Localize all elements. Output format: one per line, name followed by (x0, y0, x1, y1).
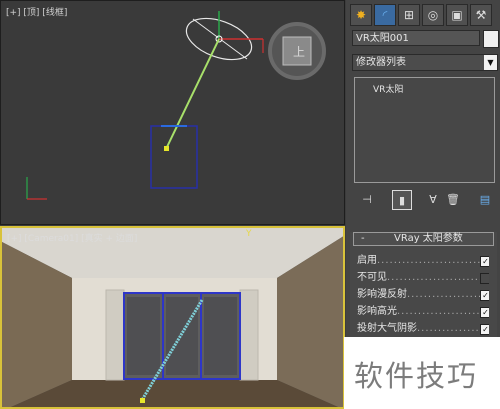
affect-diffuse-checkbox[interactable]: ✓ (480, 290, 489, 301)
affect-specular-checkbox[interactable]: ✓ (480, 307, 489, 318)
modifier-list-label: 修改器列表 (356, 57, 406, 68)
sun-direction-line (166, 38, 220, 148)
object-color-swatch[interactable] (483, 30, 499, 48)
motion-icon[interactable]: ◎ (422, 4, 444, 26)
svg-text:上: 上 (293, 45, 305, 59)
chevron-down-icon[interactable]: ▼ (484, 55, 497, 70)
configure-sets-icon[interactable]: ▤ (476, 190, 494, 208)
param-cast-atmo-shadows[interactable]: 投射大气阴影..................................… (357, 322, 489, 336)
top-viewport[interactable]: 上 [+] [顶] [线框] (0, 0, 345, 225)
modifier-list-dropdown[interactable]: 修改器列表 ▼ (352, 54, 498, 71)
rollout-header[interactable]: - VRay 太阳参数 (353, 232, 494, 246)
top-viewport-scene[interactable]: 上 (1, 1, 345, 225)
object-name-field[interactable]: VR太阳001 (352, 30, 480, 46)
watermark-box: 软件技巧 (344, 337, 500, 409)
sun-source-marker (164, 146, 169, 151)
camera-viewport[interactable]: Y [+] [Camera01] [真实 + 边面] (0, 226, 345, 409)
rollout-title: VRay 太阳参数 (394, 233, 463, 244)
make-unique-icon[interactable]: ∀ (424, 190, 442, 208)
vray-sun-params-rollout: - VRay 太阳参数 启用..........................… (350, 232, 497, 340)
modifier-stack[interactable]: VR太阳 (354, 77, 495, 183)
param-enabled[interactable]: 启用.................................. ✓ (357, 254, 489, 268)
top-viewport-label[interactable]: [+] [顶] [线框] (6, 5, 67, 18)
cast-atmo-shadows-checkbox[interactable]: ✓ (480, 324, 489, 335)
display-icon[interactable]: ▣ (446, 4, 468, 26)
modify-icon[interactable]: ◜ (374, 4, 396, 26)
stack-item-vrsun[interactable]: VR太阳 (373, 82, 403, 95)
param-affect-specular[interactable]: 影响高光.................................. ✓ (357, 305, 489, 319)
remove-modifier-icon[interactable]: 🗑 (444, 190, 462, 208)
invisible-checkbox[interactable] (480, 273, 489, 284)
show-end-result-icon[interactable]: ▮ (392, 190, 412, 210)
hierarchy-icon[interactable]: ⊞ (398, 4, 420, 26)
create-icon[interactable]: ✸ (350, 4, 372, 26)
enabled-checkbox[interactable]: ✓ (480, 256, 489, 267)
param-invisible[interactable]: 不可见.................................. (357, 271, 489, 285)
stack-toolbar: ⊣ ▮ ∀ 🗑 ▤ (352, 190, 498, 210)
pin-stack-icon[interactable]: ⊣ (358, 190, 376, 208)
collapse-icon[interactable]: - (361, 233, 365, 245)
y-axis-indicator: Y (245, 229, 252, 239)
utilities-icon[interactable]: ⚒ (470, 4, 492, 26)
watermark-text: 软件技巧 (354, 359, 479, 393)
camera-viewport-scene[interactable]: Y (2, 228, 345, 409)
param-affect-diffuse[interactable]: 影响漫反射.................................. … (357, 288, 489, 302)
camera-viewport-label[interactable]: [+] [Camera01] [真实 + 边面] (7, 231, 137, 244)
camera-frustum-box (150, 125, 198, 189)
